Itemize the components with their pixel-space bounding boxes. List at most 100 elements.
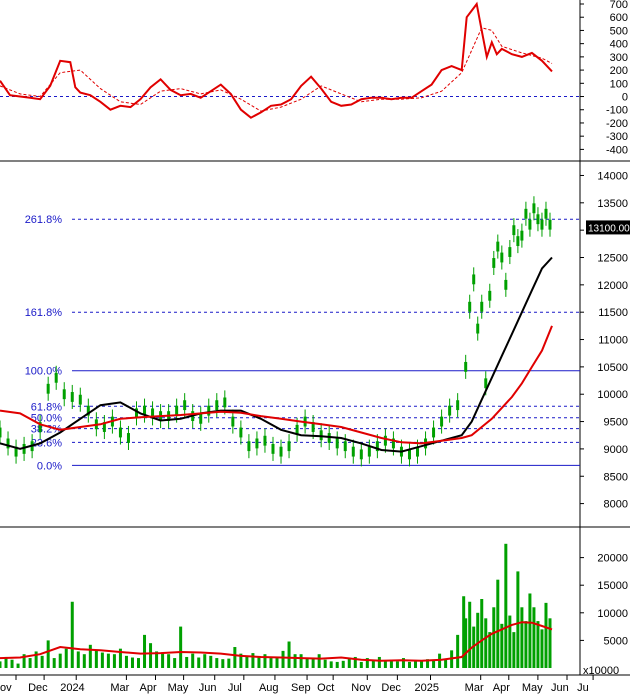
candle-body (488, 290, 492, 301)
volume-bar (124, 655, 128, 668)
volume-bar (311, 658, 315, 668)
volume-bar (420, 660, 424, 668)
candle-body (0, 427, 2, 438)
x-tick-label: Dec (28, 682, 48, 694)
volume-bar (58, 653, 62, 668)
candle-body (207, 405, 211, 416)
oscillator-series-0 (0, 1, 553, 119)
volume-bar (524, 621, 528, 668)
volume-bar (281, 650, 285, 668)
volume-bar (476, 612, 480, 668)
volume-bar (251, 653, 255, 668)
y-tick-label: 10000 (597, 389, 628, 401)
volume-bar (317, 654, 321, 668)
candle-body (183, 400, 187, 411)
candle-body (359, 449, 363, 460)
volume-bar (227, 658, 231, 668)
y-tick-label: 10500 (597, 362, 628, 374)
y-tick-label: 11000 (598, 335, 628, 347)
x-tick-label: May (522, 682, 543, 694)
volume-bar (233, 647, 237, 668)
volume-bar (532, 607, 536, 668)
fib-label: 161.8% (25, 307, 63, 319)
panel-frames (0, 0, 630, 676)
volume-bar (245, 656, 249, 668)
x-tick-label: Jun (551, 682, 569, 694)
candle-body (78, 394, 82, 405)
volume-bar (480, 599, 484, 668)
candle-body (540, 219, 544, 230)
candle-body (520, 230, 524, 241)
volume-bar (221, 659, 225, 668)
x-tick-label: 2025 (415, 682, 439, 694)
fib-label: 61.8% (31, 401, 62, 413)
volume-bar (137, 658, 141, 668)
volume-bar (28, 658, 32, 668)
volume-bar (88, 644, 92, 668)
volume-bar (299, 654, 303, 668)
volume-bar (516, 571, 520, 668)
candle-body (524, 208, 528, 219)
volume-bar (130, 657, 134, 668)
volume-bar (484, 618, 488, 668)
candle-body (118, 427, 122, 438)
volume-bar (329, 661, 333, 668)
candle-body (255, 438, 259, 449)
volume-bar (269, 658, 273, 668)
x-tick-label: Apr (493, 682, 510, 694)
candle-body (215, 400, 219, 411)
candle-body (532, 203, 536, 214)
y-tick-label: 12000 (597, 280, 628, 292)
volume-bar (548, 618, 552, 668)
volume-bar (488, 632, 492, 668)
volume-bar (143, 634, 147, 668)
volume-bar (185, 656, 189, 668)
candle-body (287, 441, 291, 452)
candle-body (464, 361, 468, 372)
y-tick-label: 13500 (597, 198, 628, 210)
y-tick-label: 400 (610, 39, 628, 51)
candle-body (500, 252, 504, 263)
candle-body (351, 446, 355, 457)
volume-bar (112, 654, 116, 668)
candle-body (271, 443, 275, 454)
volume-bar (414, 660, 418, 668)
x-tick-label: Sep (291, 682, 311, 694)
volume-bar (173, 658, 177, 668)
volume-bar (293, 654, 297, 668)
candle-body (247, 441, 251, 452)
volume-bar (76, 651, 80, 668)
candle-body (335, 438, 339, 449)
candle-body (407, 449, 411, 460)
y-tick-label: 8500 (604, 471, 628, 483)
x-axis: ov Dec 2024 Mar Apr May Jun Jul Aug Sep Oct Nov Dec 2… (0, 675, 594, 694)
y-tick-label: -400 (606, 144, 628, 156)
volume-bar (377, 656, 381, 668)
volume-bar (287, 641, 291, 668)
volume-bar (395, 661, 399, 668)
volume-bar (161, 653, 165, 668)
volume-bar (508, 615, 512, 668)
volume-bar (468, 601, 472, 668)
x-tick-label: 2024 (60, 682, 84, 694)
y-tick-label: 200 (610, 65, 628, 77)
volume-bar (512, 632, 516, 668)
y-tick-label: 300 (610, 52, 628, 64)
volume-bar (323, 659, 327, 668)
volume-bar (528, 593, 532, 668)
candle-body (548, 219, 552, 230)
oscillator-series-1 (0, 27, 553, 112)
candle-body (383, 435, 387, 446)
candle-body (231, 416, 235, 427)
y-tick-label: 8000 (604, 499, 628, 511)
candle-body (448, 405, 452, 416)
y-tick-label: 9500 (604, 417, 628, 429)
volume-bar (179, 626, 183, 668)
x-tick-label: Mar (465, 682, 484, 694)
candle-body (544, 208, 548, 219)
volume-bar (16, 663, 20, 668)
candle-body (343, 441, 347, 452)
volume-bar (10, 659, 14, 668)
x-tick-label: Aug (259, 682, 279, 694)
y-tick-label: 600 (610, 12, 628, 24)
